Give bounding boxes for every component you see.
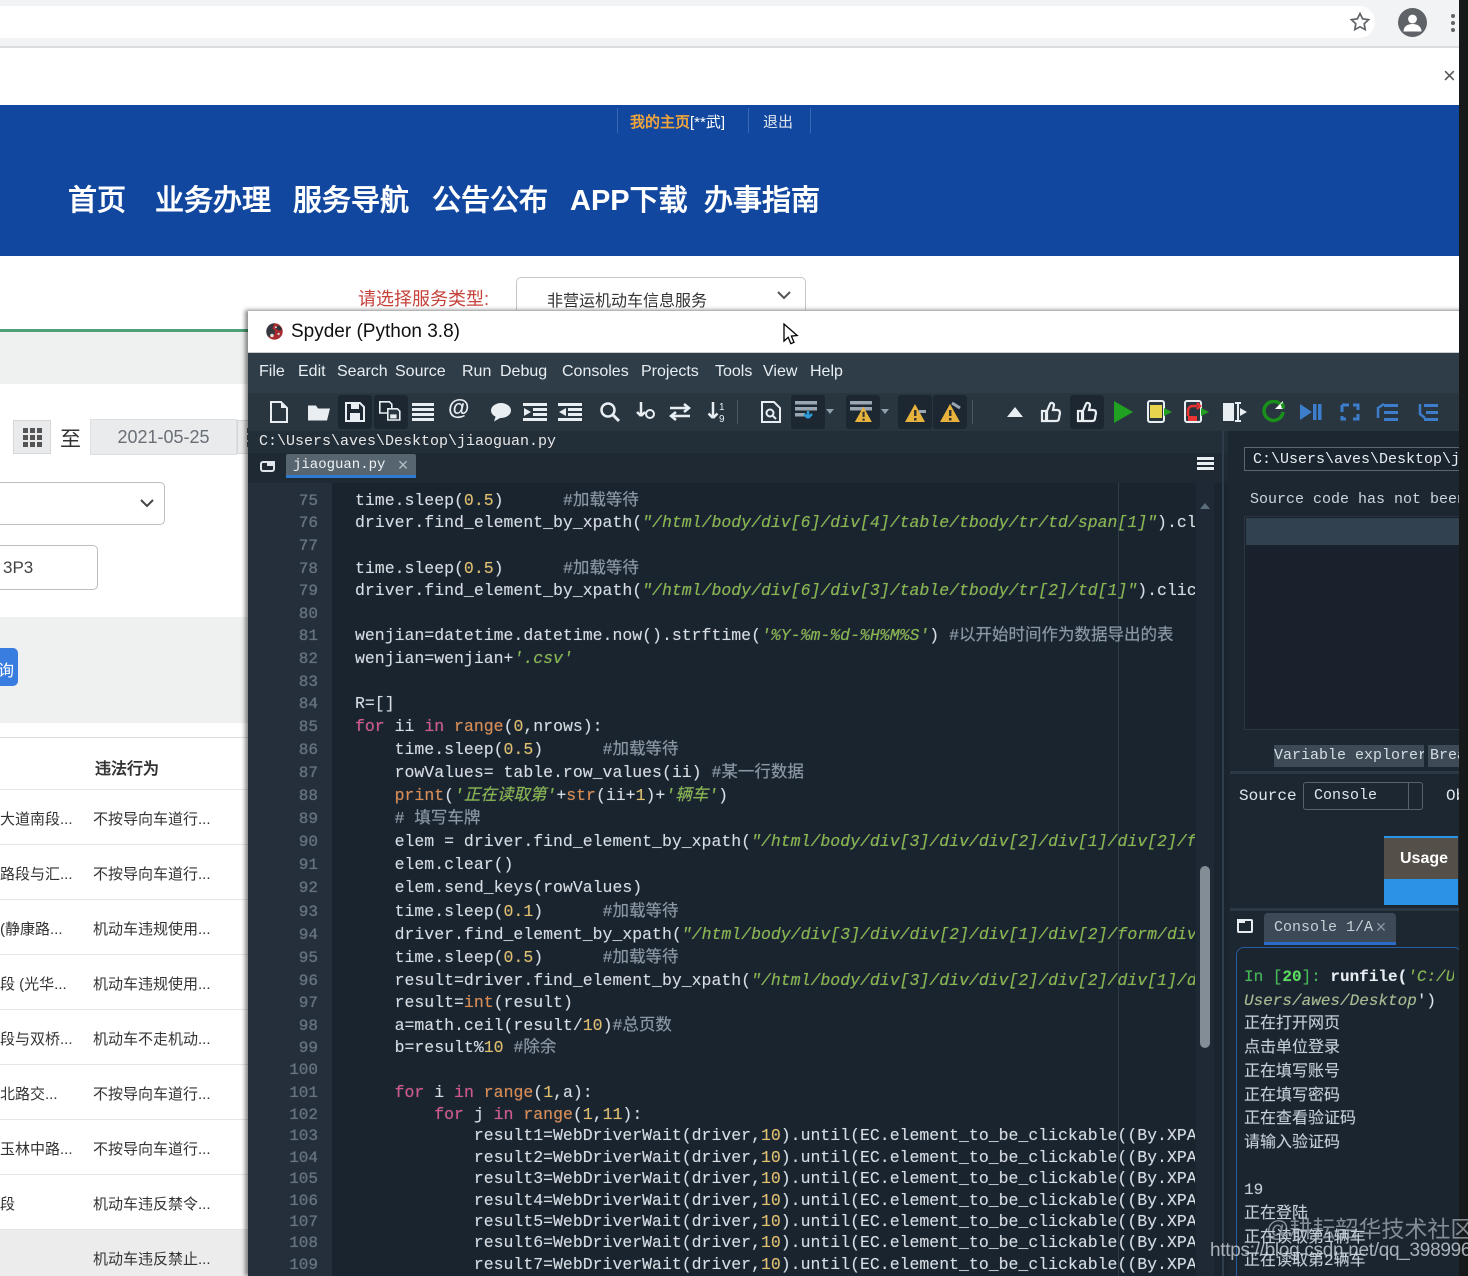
- svg-text:9: 9: [719, 414, 725, 423]
- svg-text:1: 1: [719, 402, 725, 413]
